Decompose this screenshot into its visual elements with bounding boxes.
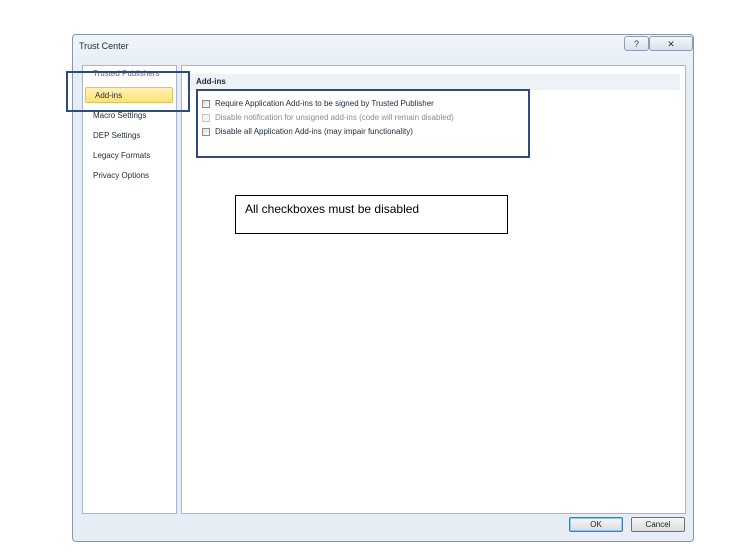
help-icon: ?: [633, 39, 639, 49]
close-icon: ✕: [667, 39, 675, 49]
title-bar: Trust Center ? ✕: [73, 35, 693, 57]
nav-highlight-box: [66, 71, 190, 112]
help-button[interactable]: ?: [624, 36, 649, 51]
nav-item-macro-settings[interactable]: Macro Settings: [93, 111, 146, 120]
cancel-button[interactable]: Cancel: [631, 517, 685, 532]
section-title: Add-ins: [187, 74, 680, 90]
title-bar-buttons: ? ✕: [624, 36, 693, 51]
close-button[interactable]: ✕: [649, 36, 693, 51]
nav-item-privacy-options[interactable]: Privacy Options: [93, 171, 149, 180]
ok-button[interactable]: OK: [569, 517, 623, 532]
nav-item-legacy-formats[interactable]: Legacy Formats: [93, 151, 150, 160]
dialog-title: Trust Center: [79, 41, 129, 51]
options-highlight-box: [196, 89, 530, 158]
annotation-note: All checkboxes must be disabled: [235, 195, 508, 234]
screenshot-canvas: Trust Center ? ✕ Trusted Publishers Add-…: [0, 0, 746, 556]
nav-item-dep-settings[interactable]: DEP Settings: [93, 131, 140, 140]
category-nav: Trusted Publishers Add-ins Macro Setting…: [82, 65, 177, 514]
